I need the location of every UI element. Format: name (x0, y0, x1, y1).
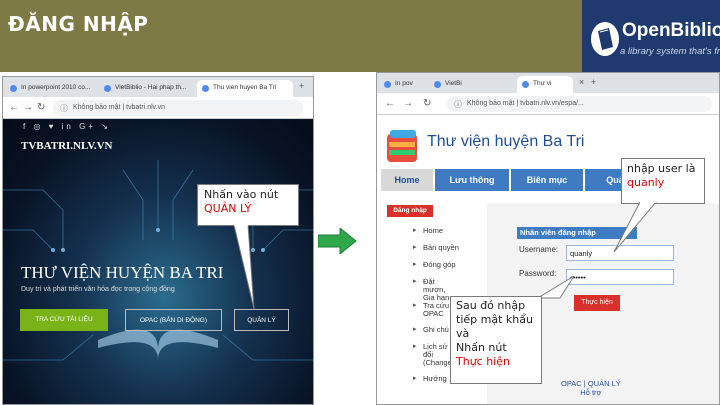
callout-highlight: quanly (627, 176, 665, 189)
left-url-field[interactable]: ⓘ Không bảo mật | tvbatri.nlv.vn (53, 100, 303, 116)
password-input[interactable]: •••••• (566, 269, 674, 285)
favicon-icon (202, 85, 209, 92)
forward-icon[interactable]: → (403, 98, 413, 110)
tab-vietbiblio[interactable]: VietBi (429, 76, 475, 93)
books-logo-icon (387, 130, 417, 162)
back-icon[interactable]: ← (9, 102, 19, 114)
tab-powerpoint[interactable]: In pov (379, 76, 427, 93)
tab-label: VietBiblio - Hai phap th... (115, 84, 187, 91)
info-icon: ⓘ (60, 104, 68, 113)
tab-thu-vien[interactable]: Thư vi (517, 76, 573, 93)
right-address-bar: ← → ↻ ⓘ Không bảo mật | tvbatri.nlv.vn/e… (377, 93, 719, 115)
favicon-icon (384, 81, 391, 88)
url-text: Không bảo mật | tvbatri.nlv.vn (73, 104, 165, 111)
book-icon (591, 22, 619, 56)
slide-title: ĐĂNG NHẬP (8, 12, 149, 36)
admin-button[interactable]: QUẢN LÝ (234, 309, 289, 331)
user-icon (522, 81, 529, 88)
menu-home[interactable]: Home (381, 169, 433, 191)
right-tab-bar: In pov VietBi Thư vi × + (377, 73, 719, 93)
sidebar-item-opac[interactable]: Tra cứu OPAC (413, 302, 453, 326)
callout-line: Nhấn vào nút (204, 188, 279, 201)
library-homepage: f ◎ ♥ in G+ ↘ TVBATRI.NLV.VN THƯ VIỆN HU… (3, 120, 313, 404)
forward-icon[interactable]: → (23, 102, 33, 114)
library-title: Thư viện huyện Ba Tri (427, 133, 585, 150)
site-domain: TVBATRI.NLV.VN (21, 140, 113, 152)
new-tab-icon[interactable]: + (299, 81, 304, 91)
sidebar-item-reserve[interactable]: Đặt mượn, Gia hạn (413, 278, 453, 302)
left-tab-bar: In powerpoint 2010 co... VietBiblio - Ha… (3, 77, 313, 97)
callout-line: tiếp mật khẩu (456, 313, 533, 326)
callout-line: Sau đó nhập (456, 299, 526, 312)
sidebar-item-home[interactable]: Home (413, 227, 493, 244)
reload-icon[interactable]: ↻ (423, 98, 431, 110)
callout-pointer (613, 202, 657, 253)
back-icon[interactable]: ← (385, 98, 395, 110)
tab-thu-vien[interactable]: Thu vien huyen Ba Tri (197, 80, 293, 97)
callout-line: và (456, 327, 470, 340)
left-browser-window: In powerpoint 2010 co... VietBiblio - Ha… (2, 76, 314, 405)
site-name: THƯ VIỆN HUYỆN BA TRI (21, 263, 224, 282)
menu-cataloging[interactable]: Biên mục (511, 169, 583, 191)
right-browser-window: In pov VietBi Thư vi × + ← → ↻ ⓘ Không b… (376, 72, 720, 405)
openbiblio-logo: OpenBiblio a library system that's free (582, 0, 720, 72)
callout-pointer (233, 225, 255, 310)
tab-label: In powerpoint 2010 co... (21, 84, 91, 91)
social-icons[interactable]: f ◎ ♥ in G+ ↘ (23, 122, 111, 131)
sidebar-item-contribute[interactable]: Đóng góp (413, 261, 493, 278)
close-tab-icon[interactable]: × (579, 77, 584, 87)
opac-mobile-button[interactable]: OPAC (BẢN DI ĐỘNG) (125, 309, 222, 331)
url-text: Không bảo mật | tvbatri.nlv.vn/espa/... (467, 100, 584, 107)
submit-button[interactable]: Thực hiện (574, 295, 620, 311)
tab-label: In pov (395, 80, 413, 87)
tab-label: Thu vien huyen Ba Tri (213, 84, 277, 91)
tab-vietbiblio[interactable]: VietBiblio - Hai phap th... (99, 80, 195, 97)
tab-powerpoint[interactable]: In powerpoint 2010 co... (5, 80, 97, 97)
slide-header: ĐĂNG NHẬP OpenBiblio a library system th… (0, 0, 720, 72)
username-label: Username: (519, 245, 559, 254)
arrow-right-icon (318, 228, 357, 254)
callout-highlight: Thực hiện (456, 355, 510, 368)
callout-line: Nhấn nút (456, 341, 507, 354)
callout-enter-user: nhập user là quanly (621, 158, 705, 204)
site-slogan: Duy trì và phát triển văn hóa đọc trong … (21, 286, 175, 293)
footer-links: OPAC | QUẢN LÝ Hỗ trợ (561, 379, 621, 397)
search-catalog-button[interactable]: TRA CỨU TÀI LIỆU (20, 309, 108, 331)
sidebar-item-changelog[interactable]: Lịch sử đổi (Change (413, 343, 453, 375)
favicon-icon (434, 81, 441, 88)
tab-label: Thư vi (533, 80, 552, 87)
left-address-bar: ← → ↻ ⓘ Không bảo mật | tvbatri.nlv.vn (3, 97, 313, 119)
login-badge: Đăng nhập (387, 205, 433, 217)
footer-nav-links[interactable]: OPAC | QUẢN LÝ (561, 379, 621, 388)
sidebar-item-copyright[interactable]: Bản quyền (413, 244, 493, 261)
menu-circulation[interactable]: Lưu thông (435, 169, 509, 191)
callout-enter-password: Sau đó nhập tiếp mật khẩu và Nhấn nút Th… (450, 296, 542, 384)
favicon-icon (10, 85, 17, 92)
logo-name: OpenBiblio (622, 20, 720, 41)
right-url-field[interactable]: ⓘ Không bảo mật | tvbatri.nlv.vn/espa/..… (447, 96, 712, 112)
new-tab-icon[interactable]: + (591, 77, 596, 87)
info-icon: ⓘ (454, 100, 462, 109)
callout-highlight: QUẢN LÝ (204, 202, 252, 215)
callout-line: nhập user là (627, 162, 696, 175)
reload-icon[interactable]: ↻ (37, 102, 45, 114)
logo-tagline: a library system that's free (620, 46, 720, 57)
favicon-icon (104, 85, 111, 92)
footer-support-link[interactable]: Hỗ trợ (561, 388, 621, 397)
tab-label: VietBi (445, 80, 462, 87)
callout-click-admin: Nhấn vào nút QUẢN LÝ (197, 184, 299, 226)
